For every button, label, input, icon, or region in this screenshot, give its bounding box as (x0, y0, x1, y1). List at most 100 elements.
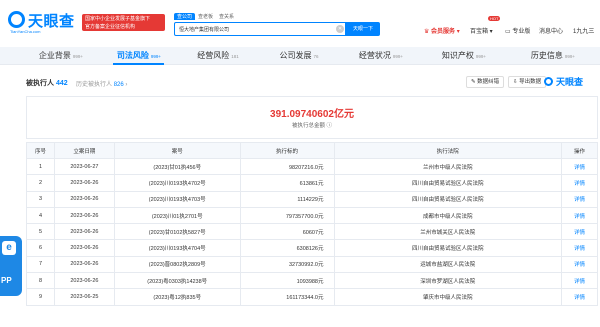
user-menu[interactable]: 1九九三 (573, 26, 594, 35)
details-link[interactable]: 详情 (561, 223, 598, 241)
col-header-amount: 执行标的 (239, 142, 335, 159)
col-header-action: 操作 (561, 142, 598, 159)
col-header-case-number: 案号 (113, 142, 241, 159)
tab-count: 999+ (564, 54, 576, 59)
watermark-logo-icon (544, 77, 553, 86)
cell-amount: 98207216.0元 (239, 157, 335, 176)
data-feedback-button[interactable]: ✎ 数据纠错 (466, 76, 505, 88)
cell-amount: 32730992.0元 (239, 255, 335, 274)
cell-amount: 1114229元 (239, 190, 335, 208)
table-row: 1 2023-06-27 (2023)甘01执456号 98207216.0元 兰州市中… (26, 157, 598, 176)
details-link[interactable]: 详情 (561, 255, 598, 274)
export-data-button[interactable]: ⇩ 导出数据 (508, 76, 547, 88)
tab-company-development[interactable]: 公司发展 76 (258, 47, 340, 65)
col-header-court: 执行法院 (333, 142, 563, 159)
tab-operating-status[interactable]: 经营状况 999+ (340, 47, 422, 65)
promo-line-1: 国家中小企业发展子基金旗下 (85, 16, 151, 22)
cell-amount: 161173344.0元 (239, 288, 335, 306)
cell-court: 肇庆市中级人民法院 (333, 288, 563, 306)
details-link[interactable]: 详情 (561, 206, 598, 225)
pro-label: 专业版 (512, 29, 531, 35)
logo-mark (8, 11, 25, 28)
logo[interactable]: 天眼查 TianYanCha.com (8, 10, 82, 36)
data-feedback-label: 数据纠错 (477, 79, 500, 85)
products-menu[interactable]: 百宝箱 ▾ (470, 26, 493, 35)
watermark-logo: 天眼查 (556, 77, 584, 87)
cell-index: 6 (26, 239, 55, 257)
pro-version-link[interactable]: ▭ 专业版 (505, 26, 530, 35)
cell-amount: 1093988元 (239, 272, 335, 290)
cell-case-number: (2023)川0193执4704号 (113, 239, 241, 257)
cell-filing-date: 2023-06-26 (53, 223, 115, 241)
clear-icon[interactable]: ✕ (336, 25, 344, 33)
details-link[interactable]: 详情 (561, 190, 598, 208)
promo-banner[interactable]: 国家中小企业发展子基金旗下 官方备案企业征信机构 (82, 14, 165, 31)
details-link[interactable]: 详情 (561, 239, 598, 257)
cell-court: 四川自由贸易试验区人民法院 (333, 239, 563, 257)
total-amount-label: 被执行总金额 ⓘ (27, 121, 597, 129)
tab-enterprise-background[interactable]: 企业背景 999+ (22, 47, 100, 65)
tab-count: 999+ (475, 54, 487, 59)
help-icon[interactable]: ⓘ (327, 123, 333, 129)
tab-count: 999+ (150, 54, 162, 59)
edit-icon: ✎ (471, 79, 476, 85)
tab-label: 司法风险 (116, 51, 149, 60)
app-widget-label: PP (1, 276, 12, 285)
brand-name: 天眼查 (28, 13, 75, 30)
brand-url: TianYanCha.com (10, 29, 41, 34)
total-amount: 391.09740602亿元 (270, 109, 354, 120)
search-tab-company[interactable]: 查公司 (174, 13, 196, 20)
tab-intellectual-property[interactable]: 知识产权 999+ (422, 47, 506, 65)
search-tabs: 查公司 查老板 查关系 (174, 13, 237, 22)
category-nav: 企业背景 999+ 司法风险 999+ 经营风险 181 公司发展 76 经营状况 999… (0, 47, 600, 65)
active-tab-indicator (113, 63, 164, 65)
section-title: 被执行人 442 (26, 78, 68, 88)
cell-index: 7 (26, 255, 55, 274)
cell-case-number: (2023)晋0802执2809号 (113, 255, 241, 274)
messages-link[interactable]: 消息中心 (539, 26, 563, 35)
search-input[interactable]: 恒大地产集团有限公司 (174, 22, 346, 36)
app-download-widget[interactable]: e PP (0, 236, 22, 296)
cell-case-number: (2023)甘01执456号 (113, 157, 241, 176)
cell-filing-date: 2023-06-26 (53, 206, 115, 225)
pro-icon: ▭ (505, 29, 511, 35)
table-row: 9 2023-06-25 (2023)粤12执835号 161173344.0元 肇庆市… (26, 288, 598, 306)
details-link[interactable]: 详情 (561, 174, 598, 192)
cell-court: 四川自由贸易试验区人民法院 (333, 174, 563, 192)
tab-business-risk[interactable]: 经营风险 181 (178, 47, 258, 65)
cell-court: 兰州市中级人民法院 (333, 157, 563, 176)
cell-filing-date: 2023-06-26 (53, 174, 115, 192)
cell-filing-date: 2023-06-26 (53, 239, 115, 257)
tab-history[interactable]: 历史信息 999+ (506, 47, 600, 65)
details-link[interactable]: 详情 (561, 157, 598, 176)
cell-filing-date: 2023-06-25 (53, 288, 115, 306)
vip-service-label: 会员服务 (431, 29, 456, 35)
chevron-right-icon: › (125, 82, 128, 88)
details-link[interactable]: 详情 (561, 272, 598, 290)
search-tab-relation[interactable]: 查关系 (216, 13, 237, 20)
hot-badge: HOT (488, 16, 501, 21)
history-executed-link[interactable]: 历史被执行人 826 › (76, 79, 127, 88)
tab-label: 公司发展 (279, 51, 312, 60)
tab-count: 999+ (392, 54, 404, 59)
table-row: 5 2023-06-26 (2023)甘0102执5827号 60607元 兰州市城关区… (26, 223, 598, 241)
cell-index: 8 (26, 272, 55, 290)
cell-filing-date: 2023-06-26 (53, 272, 115, 290)
section-title-label: 被执行人 (26, 80, 54, 87)
cell-court: 深圳市罗湖区人民法院 (333, 272, 563, 290)
cell-index: 9 (26, 288, 55, 306)
tab-label: 经营状况 (358, 51, 391, 60)
export-data-label: 导出数据 (519, 79, 542, 85)
search-tab-boss[interactable]: 查老板 (195, 13, 216, 20)
cell-case-number: (2023)粤0303执14238号 (113, 272, 241, 290)
cell-amount: 613861元 (239, 174, 335, 192)
cell-index: 5 (26, 223, 55, 241)
details-link[interactable]: 详情 (561, 288, 598, 306)
tab-label: 知识产权 (441, 51, 474, 60)
table-header-row: 序号 立案日期 案号 执行标的 执行法院 操作 (26, 142, 598, 159)
vip-service-link[interactable]: ♛ 会员服务 ▾ (424, 26, 460, 35)
cell-filing-date: 2023-06-26 (53, 255, 115, 274)
search-button[interactable]: 天眼一下 (346, 22, 380, 36)
cell-filing-date: 2023-06-27 (53, 157, 115, 176)
tab-count: 999+ (72, 54, 84, 59)
